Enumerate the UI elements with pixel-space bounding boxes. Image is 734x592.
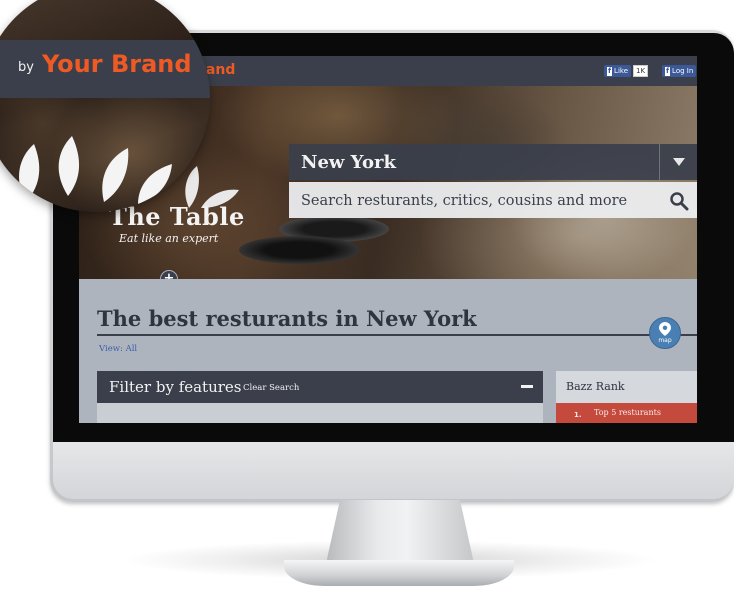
top5-restaurants-item[interactable]: 1. Top 5 resturants bbox=[556, 403, 697, 423]
magnifier-brand-text: Your Brand bbox=[42, 50, 192, 78]
facebook-like-count: 1K bbox=[633, 65, 649, 77]
bazz-rank-title: Bazz Rank bbox=[566, 380, 625, 393]
view-all-link[interactable]: View: All bbox=[99, 344, 137, 354]
magnified-leaves-icon bbox=[19, 136, 172, 204]
heading-divider bbox=[97, 334, 697, 336]
magnifier-by-text: by bbox=[18, 60, 34, 75]
monitor-stand-neck bbox=[325, 500, 475, 568]
chevron-down-icon[interactable] bbox=[673, 158, 685, 166]
search-icon[interactable] bbox=[669, 191, 689, 211]
monitor-stand-base bbox=[284, 560, 514, 586]
search-box bbox=[289, 182, 697, 218]
map-button-label: map bbox=[658, 337, 672, 344]
filter-title: Filter by features bbox=[109, 378, 242, 396]
map-button[interactable]: map bbox=[649, 317, 681, 349]
brand-magnifier: by Your Brand bbox=[0, 0, 210, 212]
filter-panel-body bbox=[97, 403, 543, 423]
facebook-login-button[interactable]: f Log In bbox=[662, 65, 697, 77]
city-select-divider bbox=[659, 144, 660, 180]
map-pin-icon bbox=[659, 322, 671, 336]
facebook-login-label: Log In bbox=[672, 67, 694, 75]
clear-search-link[interactable]: Clear Search bbox=[243, 383, 299, 393]
site-tagline: Eat like an expert bbox=[119, 232, 219, 245]
hero-photo-pan bbox=[239, 236, 359, 264]
facebook-like-button[interactable]: f Like bbox=[604, 65, 632, 77]
content-area: The best resturants in New York View: Al… bbox=[79, 279, 697, 423]
city-select-value: New York bbox=[301, 152, 396, 173]
city-select[interactable]: New York bbox=[289, 144, 697, 180]
facebook-icon: f bbox=[607, 66, 613, 76]
filter-bar[interactable]: Filter by features Clear Search bbox=[97, 371, 543, 403]
search-input[interactable] bbox=[299, 188, 653, 214]
facebook-icon: f bbox=[665, 66, 671, 76]
facebook-like-label: Like bbox=[614, 67, 629, 75]
facebook-like-widget[interactable]: f Like 1K bbox=[604, 65, 649, 77]
top5-rank-number: 1. bbox=[574, 411, 582, 419]
collapse-icon[interactable] bbox=[521, 385, 533, 388]
page-title: The best resturants in New York bbox=[97, 306, 477, 331]
monitor-chin bbox=[53, 442, 734, 499]
top5-label: Top 5 resturants bbox=[594, 408, 661, 417]
bazz-rank-panel: Bazz Rank bbox=[556, 371, 697, 403]
